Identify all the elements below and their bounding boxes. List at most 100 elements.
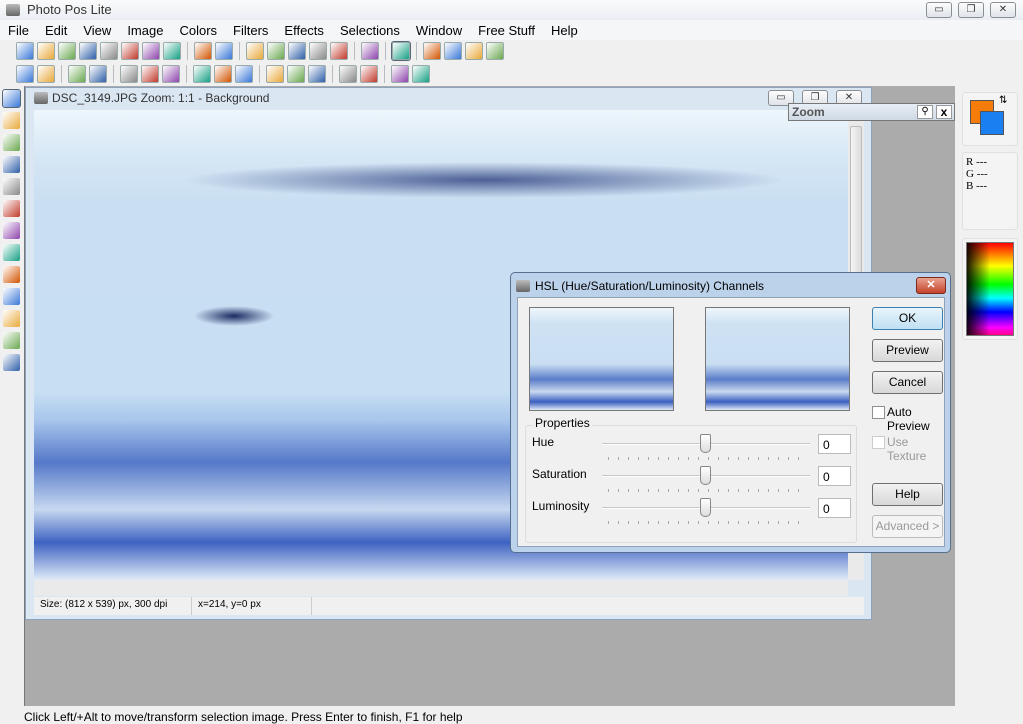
advanced-button[interactable]: Advanced >	[872, 515, 943, 538]
open-icon[interactable]	[37, 42, 55, 60]
pin-icon[interactable]: ⚲	[917, 105, 933, 119]
zoom-tool-icon[interactable]	[3, 112, 20, 129]
menu-free-stuff[interactable]: Free Stuff	[478, 20, 543, 40]
new-icon[interactable]	[16, 42, 34, 60]
menu-file[interactable]: File	[8, 20, 37, 40]
redo-icon[interactable]	[215, 42, 233, 60]
gradient-tool-icon[interactable]	[3, 266, 20, 283]
layers-icon[interactable]	[444, 42, 462, 60]
preview-button[interactable]: Preview	[872, 339, 943, 362]
browse-icon[interactable]	[58, 42, 76, 60]
swap-colors-icon[interactable]: ⇅	[999, 95, 1007, 106]
fill-tool-icon[interactable]	[3, 310, 20, 327]
menu-filters[interactable]: Filters	[233, 20, 276, 40]
saturation-slider-thumb[interactable]	[700, 466, 711, 485]
tools-icon[interactable]	[391, 41, 411, 61]
toolbar-separator	[239, 42, 240, 60]
auto-preview-label: Auto Preview	[887, 405, 930, 433]
slider-ticks	[608, 489, 808, 492]
menu-colors[interactable]: Colors	[179, 20, 225, 40]
window-icon[interactable]	[465, 42, 483, 60]
frame-icon[interactable]	[339, 65, 357, 83]
menu-help[interactable]: Help	[551, 20, 586, 40]
use-texture-checkbox[interactable]	[872, 436, 885, 449]
save-icon[interactable]	[79, 42, 97, 60]
layer-properties-icon[interactable]	[214, 65, 232, 83]
slider-ticks	[608, 457, 808, 460]
rotate-left-icon[interactable]	[16, 65, 34, 83]
dialog-body: Properties OK Preview Cancel Auto Previe…	[517, 297, 945, 547]
auto-preview-checkbox[interactable]	[872, 406, 885, 419]
slider-ticks	[608, 521, 808, 524]
menu-image[interactable]: Image	[127, 20, 171, 40]
menu-selections[interactable]: Selections	[340, 20, 408, 40]
menu-view[interactable]: View	[83, 20, 119, 40]
hue-slider-thumb[interactable]	[700, 434, 711, 453]
saturation-value-input[interactable]: 0	[818, 466, 851, 486]
shape-tool-icon[interactable]	[3, 288, 20, 305]
toolbar-secondary	[8, 63, 430, 85]
lightning-icon[interactable]	[391, 65, 409, 83]
b-value: B ---	[966, 180, 988, 192]
result-preview	[705, 307, 850, 411]
menu-window[interactable]: Window	[416, 20, 470, 40]
title-bar: Photo Pos Lite ▭ ❐ ✕	[0, 0, 1023, 20]
ruler-icon[interactable]	[486, 42, 504, 60]
batch-icon[interactable]	[361, 42, 379, 60]
paste-icon[interactable]	[288, 42, 306, 60]
zoom-panel-close[interactable]: x	[936, 105, 952, 119]
undo-icon[interactable]	[194, 42, 212, 60]
eraser-tool-icon[interactable]	[3, 354, 20, 371]
toolbar-separator	[354, 42, 355, 60]
crop-tool-icon[interactable]	[3, 178, 20, 195]
add-layer-icon[interactable]	[193, 65, 211, 83]
red-eye-icon[interactable]	[235, 65, 253, 83]
toolbar-separator	[384, 65, 385, 83]
luminosity-value-input[interactable]: 0	[818, 498, 851, 518]
horizontal-scrollbar[interactable]	[34, 580, 848, 596]
luminosity-slider-thumb[interactable]	[700, 498, 711, 517]
brightness-icon[interactable]	[120, 65, 138, 83]
cancel-button[interactable]: Cancel	[872, 371, 943, 394]
image-icon[interactable]	[266, 65, 284, 83]
color-balance-icon[interactable]	[141, 65, 159, 83]
histogram-icon[interactable]	[287, 65, 305, 83]
close-button[interactable]: ✕	[990, 2, 1016, 18]
eyedropper-tool-icon[interactable]	[3, 200, 20, 217]
grid-icon[interactable]	[423, 42, 441, 60]
ok-button[interactable]: OK	[872, 307, 943, 330]
help-button[interactable]: Help	[872, 483, 943, 506]
menu-effects[interactable]: Effects	[284, 20, 332, 40]
sort-icon[interactable]	[308, 65, 326, 83]
screen-capture-icon[interactable]	[330, 42, 348, 60]
menu-edit[interactable]: Edit	[45, 20, 75, 40]
text-tool-icon[interactable]	[3, 332, 20, 349]
clone-tool-icon[interactable]	[3, 244, 20, 261]
star-icon[interactable]	[412, 65, 430, 83]
minimize-button[interactable]: ▭	[926, 2, 952, 18]
document-status-bar: Size: (812 x 539) px, 300 dpi x=214, y=0…	[34, 597, 864, 615]
copy-icon[interactable]	[267, 42, 285, 60]
camera-icon[interactable]	[163, 42, 181, 60]
save-all-icon[interactable]	[100, 42, 118, 60]
dialog-close-button[interactable]: ✕	[916, 277, 946, 294]
flip-horizontal-icon[interactable]	[68, 65, 86, 83]
move-tool-icon[interactable]	[2, 89, 21, 108]
rotate-right-icon[interactable]	[37, 65, 55, 83]
print-icon[interactable]	[121, 42, 139, 60]
magic-wand-tool-icon[interactable]	[3, 156, 20, 173]
brush-tool-icon[interactable]	[3, 222, 20, 239]
paste-new-icon[interactable]	[309, 42, 327, 60]
toolbar-separator	[186, 65, 187, 83]
flip-vertical-icon[interactable]	[89, 65, 107, 83]
maximize-button[interactable]: ❐	[958, 2, 984, 18]
hue-value-input[interactable]: 0	[818, 434, 851, 454]
print-preview-icon[interactable]	[142, 42, 160, 60]
cut-icon[interactable]	[246, 42, 264, 60]
toolbar-separator	[259, 65, 260, 83]
info-icon[interactable]	[360, 65, 378, 83]
color-spectrum[interactable]	[966, 242, 1014, 336]
select-rect-tool-icon[interactable]	[3, 134, 20, 151]
background-color[interactable]	[980, 111, 1004, 135]
levels-icon[interactable]	[162, 65, 180, 83]
